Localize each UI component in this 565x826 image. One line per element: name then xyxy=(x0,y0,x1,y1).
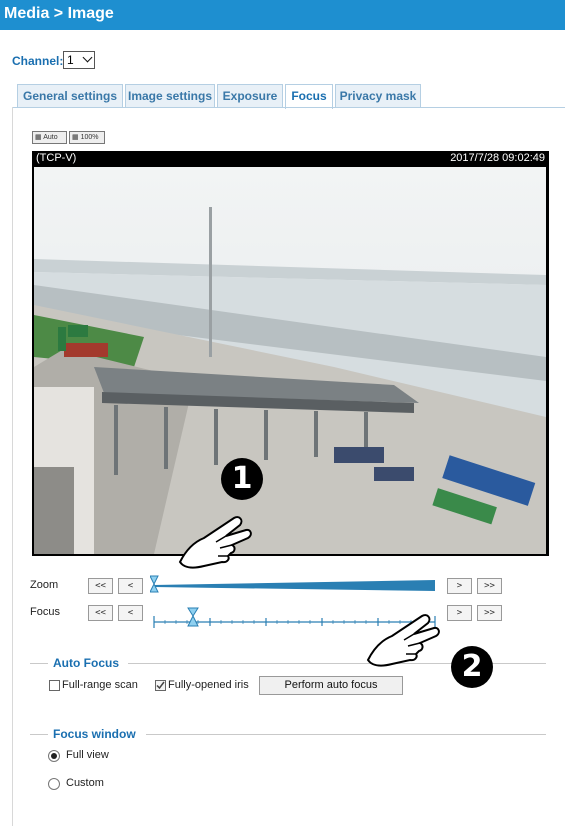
tab-exposure[interactable]: Exposure xyxy=(217,84,283,108)
live-video[interactable]: (TCP-V) 2017/7/28 09:02:49 xyxy=(32,151,549,556)
content-border xyxy=(12,107,13,826)
channel-value: 1 xyxy=(67,53,74,67)
chevron-down-icon xyxy=(82,52,93,63)
zoom-in-button[interactable]: > xyxy=(447,578,472,594)
fully-opened-iris-label: Fully-opened iris xyxy=(168,679,249,691)
tab-image-settings[interactable]: Image settings xyxy=(125,84,215,108)
channel-select[interactable]: 1 xyxy=(63,51,95,69)
tab-privacy-mask[interactable]: Privacy mask xyxy=(335,84,421,108)
view-auto-label: Auto xyxy=(43,134,58,141)
auto-focus-title: Auto Focus xyxy=(53,656,119,670)
focus-far-button[interactable]: > xyxy=(447,605,472,621)
focus-handle[interactable] xyxy=(187,607,199,627)
view-full-label: 100% xyxy=(80,134,99,141)
focus-window-title: Focus window xyxy=(53,727,136,741)
zoom-label: Zoom xyxy=(30,579,59,591)
full-view-radio[interactable] xyxy=(48,750,60,762)
zoom-handle[interactable] xyxy=(149,575,159,593)
zoom-track xyxy=(149,575,435,593)
pointing-hand-icon xyxy=(178,516,252,569)
focus-fast-far-button[interactable]: >> xyxy=(477,605,502,621)
video-timestamp: 2017/7/28 09:02:49 xyxy=(450,152,545,164)
custom-label: Custom xyxy=(66,777,104,789)
step-marker-2: 2 xyxy=(451,646,493,688)
zoom-slider[interactable] xyxy=(149,574,440,598)
page-title: Media > Image xyxy=(4,5,114,22)
page-header: Media > Image xyxy=(0,0,565,30)
fit-icon: ▦ xyxy=(35,134,42,141)
full-range-scan-label: Full-range scan xyxy=(62,679,138,691)
focus-window-rule-right xyxy=(146,734,546,735)
focus-near-button[interactable]: < xyxy=(118,605,143,621)
pointing-hand-icon xyxy=(366,614,440,667)
zoom-fast-in-button[interactable]: >> xyxy=(477,578,502,594)
checkmark-icon xyxy=(156,681,165,690)
channel-label: Channel: xyxy=(12,54,64,68)
camera-image xyxy=(34,167,546,554)
zoom-out-button[interactable]: < xyxy=(118,578,143,594)
camera-scene xyxy=(34,167,546,554)
stream-type: (TCP-V) xyxy=(36,152,77,164)
perform-auto-focus-button[interactable]: Perform auto focus xyxy=(259,676,403,695)
zoom-fast-out-button[interactable]: << xyxy=(88,578,113,594)
view-full-button[interactable]: ▦ 100% xyxy=(69,131,105,144)
view-auto-button[interactable]: ▦ Auto xyxy=(32,131,67,144)
tab-focus[interactable]: Focus xyxy=(285,84,333,109)
auto-focus-rule-left xyxy=(30,663,48,664)
actual-size-icon: ▦ xyxy=(72,134,79,141)
focus-label: Focus xyxy=(30,606,60,618)
focus-fast-near-button[interactable]: << xyxy=(88,605,113,621)
tab-divider xyxy=(12,107,565,108)
custom-radio[interactable] xyxy=(48,778,60,790)
full-range-scan-checkbox[interactable] xyxy=(49,680,60,691)
focus-window-rule-left xyxy=(30,734,48,735)
full-view-label: Full view xyxy=(66,749,109,761)
step-marker-1: 1 xyxy=(221,458,263,500)
tab-general-settings[interactable]: General settings xyxy=(17,84,123,108)
fully-opened-iris-checkbox[interactable] xyxy=(155,680,166,691)
radio-selected-dot xyxy=(51,753,57,759)
